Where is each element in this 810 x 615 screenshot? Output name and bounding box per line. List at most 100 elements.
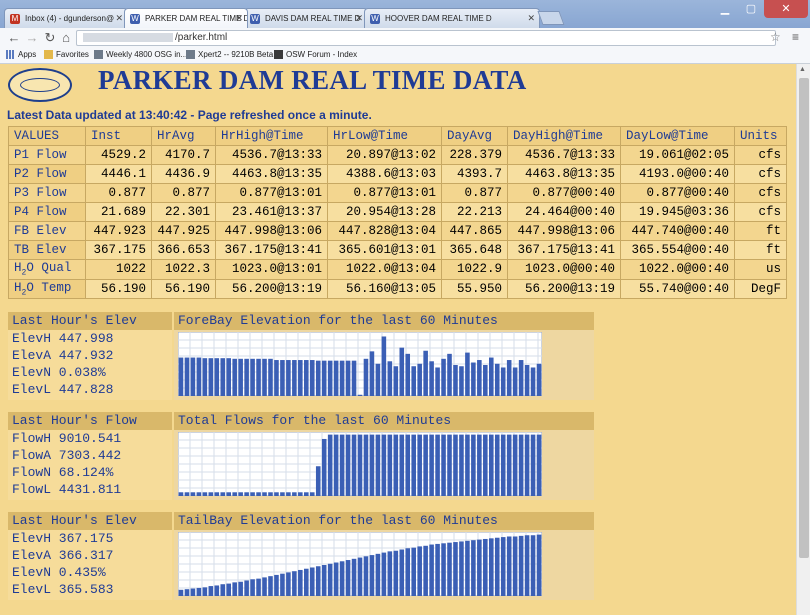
chart-bar: [447, 434, 452, 496]
chart-bar: [190, 492, 196, 496]
chart-bar: [483, 434, 488, 496]
stat-norm: ElevN 0.038%: [12, 365, 106, 380]
chart-bar: [423, 434, 428, 496]
tab-inbox[interactable]: M Inbox (4) - dgunderson@ ✕: [4, 8, 128, 28]
forward-icon[interactable]: →: [24, 30, 40, 46]
chart-bar: [244, 492, 249, 496]
home-icon[interactable]: ⌂: [58, 30, 74, 46]
chart-bar: [309, 492, 315, 496]
panel-stats: ElevH 367.175 ElevA 366.317 ElevN 0.435%…: [8, 530, 172, 600]
minimize-icon[interactable]: ▁: [712, 0, 738, 18]
chart-bar: [435, 434, 440, 496]
chart-bar: [405, 434, 411, 496]
chart-bar: [268, 358, 273, 396]
window-close-icon[interactable]: ✕: [764, 0, 808, 18]
scroll-up-icon[interactable]: ▲: [799, 66, 806, 73]
scrollbar-thumb[interactable]: [799, 78, 809, 558]
chart-bar: [471, 434, 476, 496]
bookmark-xpert[interactable]: Xpert2 -- 9210B Beta ...: [186, 50, 282, 60]
close-icon[interactable]: ✕: [115, 13, 123, 24]
table-cell: 1022.3: [151, 259, 216, 280]
table-cell: cfs: [734, 202, 787, 222]
chart-bar: [250, 358, 255, 396]
bookmark-weekly[interactable]: Weekly 4800 OSG in...: [94, 50, 187, 60]
chart-bar: [309, 567, 315, 596]
table-cell: 0.877@13:01: [215, 183, 328, 203]
chart-bar: [530, 434, 536, 496]
chart-bar: [369, 351, 375, 396]
table-cell: 55.740@00:40: [620, 278, 735, 299]
table-row: P4 Flow 21.689 22.301 23.461@13:37 20.954@13…: [8, 202, 787, 222]
bookmarks-bar: Apps Favorites Weekly 4800 OSG in... Xpe…: [0, 48, 810, 64]
chart-bar: [477, 539, 482, 596]
update-status: Latest Data updated at 13:40:42 - Page r…: [7, 108, 372, 122]
chart-bar: [375, 553, 381, 596]
tab-label: PARKER DAM REAL TIME D: [145, 14, 248, 23]
col-header: Units: [734, 126, 787, 146]
chart-bar: [315, 566, 321, 596]
folder-icon: [44, 50, 53, 60]
chart-bar: [351, 558, 357, 596]
chart-bar: [220, 358, 226, 396]
tab-parker[interactable]: W PARKER DAM REAL TIME D ✕: [124, 8, 248, 28]
chart-bar: [202, 587, 208, 596]
bookmark-osw[interactable]: OSW Forum - Index: [274, 50, 357, 60]
chart-bar: [399, 434, 405, 496]
chart-bar: [536, 363, 542, 396]
row-label: P3 Flow: [8, 183, 86, 203]
chart-bar: [268, 576, 273, 596]
chart-bar: [447, 353, 452, 396]
bookmark-apps[interactable]: Apps: [6, 50, 36, 60]
chart-bar: [483, 365, 488, 396]
close-icon[interactable]: ✕: [235, 13, 243, 24]
chart-bar: [208, 358, 214, 396]
row-label-part: O Temp: [26, 280, 72, 295]
reload-icon[interactable]: ↻: [42, 30, 58, 46]
maximize-icon[interactable]: ▢: [738, 0, 764, 18]
chart-bar: [489, 434, 494, 496]
table-row: P2 Flow 4446.1 4436.9 4463.8@13:35 4388.6@13…: [8, 164, 787, 184]
table-cell: 447.923: [85, 221, 152, 241]
chart-bar: [304, 568, 309, 596]
page-scrollbar[interactable]: ▲: [796, 64, 810, 615]
tailbay-chart: [174, 530, 594, 600]
table-row: H2O Temp 56.190 56.190 56.200@13:19 56.160@1…: [8, 278, 787, 299]
chart-bar: [315, 360, 321, 396]
tab-hoover[interactable]: W HOOVER DAM REAL TIME D ✕: [364, 8, 540, 28]
back-icon[interactable]: ←: [6, 30, 22, 46]
chart-bar: [304, 492, 309, 496]
table-cell: 0.877@00:40: [507, 183, 621, 203]
chart-bar: [268, 492, 273, 496]
stat-low: FlowL 4431.811: [12, 482, 122, 497]
chart-bar: [208, 586, 214, 596]
table-cell: 4536.7@13:33: [215, 145, 328, 165]
col-header: HrLow@Time: [327, 126, 442, 146]
new-tab-button[interactable]: [537, 11, 565, 25]
tab-davis[interactable]: W DAVIS DAM REAL TIME D ✕: [244, 8, 368, 28]
chart-bar: [411, 434, 416, 496]
chart-bar: [435, 367, 440, 396]
stat-high: ElevH 367.175: [12, 531, 114, 546]
chart-bar: [417, 363, 422, 396]
chart-bar: [214, 358, 220, 396]
table-cell: 4463.8@13:35: [507, 164, 621, 184]
chart-bar: [232, 582, 237, 596]
table-cell: 367.175@13:41: [507, 240, 621, 260]
address-bar[interactable]: /parker.html: [76, 30, 776, 46]
table-cell: 22.301: [151, 202, 216, 222]
chart-bar: [429, 434, 434, 496]
bookmark-favorites[interactable]: Favorites: [44, 50, 89, 60]
chart-bar: [250, 492, 255, 496]
close-icon[interactable]: ✕: [355, 13, 363, 24]
chart-bar: [489, 538, 494, 596]
forebay-panel: Last Hour's Elev ForeBay Elevation for t…: [8, 312, 594, 400]
col-header: DayAvg: [441, 126, 508, 146]
menu-icon[interactable]: ≡: [792, 30, 799, 44]
apps-grid-icon: [6, 50, 15, 60]
close-icon[interactable]: ✕: [527, 13, 535, 24]
bookmark-star-icon[interactable]: ☆: [770, 30, 781, 44]
chart-bar: [292, 492, 297, 496]
col-header: DayLow@Time: [620, 126, 735, 146]
tab-label: HOOVER DAM REAL TIME D: [385, 14, 492, 23]
chart-bar: [280, 492, 285, 496]
